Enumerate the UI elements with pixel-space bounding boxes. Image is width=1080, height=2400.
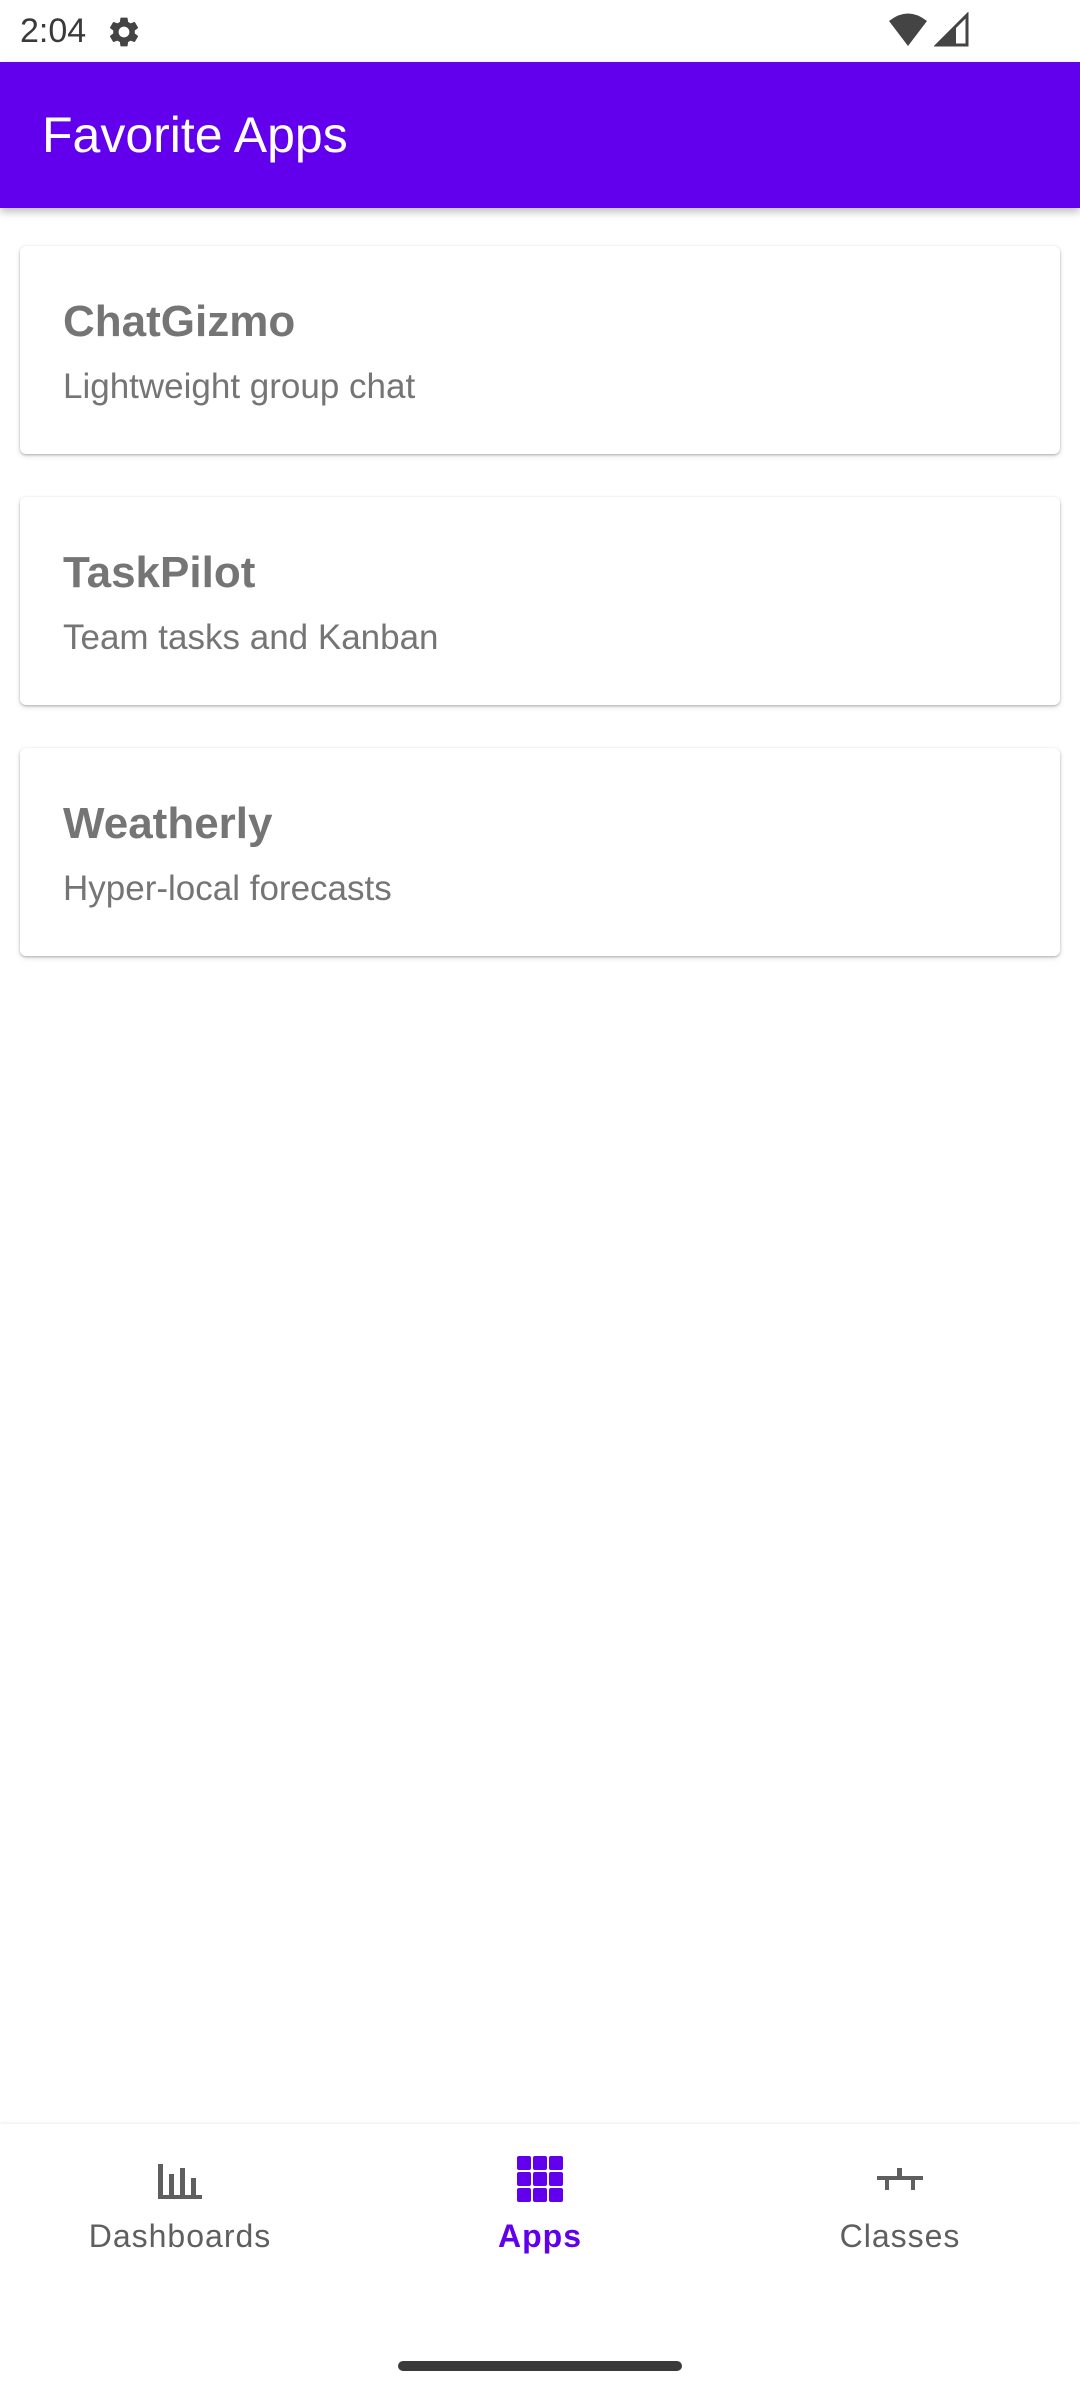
nav-item-dashboards[interactable]: Dashboards [0,2124,360,2314]
app-card-description: Hyper-local forecasts [63,869,392,908]
gear-icon [109,17,139,47]
app-card-title: Weatherly [63,799,273,848]
status-time: 2:04 [20,12,87,50]
apps-grid-icon [517,2156,563,2202]
app-bar: Favorite Apps [0,62,1080,208]
app-card-description: Team tasks and Kanban [63,618,439,657]
app-card-chatgizmo[interactable]: ChatGizmo Lightweight group chat [20,246,1060,454]
classes-icon [877,2168,923,2190]
signal-icon [934,12,969,47]
nav-label-dashboards: Dashboards [88,2218,272,2254]
app-card-title: ChatGizmo [63,297,296,346]
page-title: Favorite Apps [42,107,348,163]
nav-label-classes: Classes [839,2218,961,2254]
home-indicator[interactable] [398,2361,682,2371]
app-card-weatherly[interactable]: Weatherly Hyper-local forecasts [20,748,1060,956]
bar-chart-icon [158,2164,202,2199]
status-bar: 2:04 [0,0,1080,62]
bottom-navigation: Dashboards Apps Classes [0,2124,1080,2400]
nav-item-apps[interactable]: Apps [360,2124,720,2314]
app-card-title: TaskPilot [63,548,256,597]
app-card-taskpilot[interactable]: TaskPilot Team tasks and Kanban [20,497,1060,705]
nav-item-classes[interactable]: Classes [720,2124,1080,2314]
nav-label-apps: Apps [498,2218,582,2254]
wifi-icon [889,13,927,46]
app-card-description: Lightweight group chat [63,367,416,406]
